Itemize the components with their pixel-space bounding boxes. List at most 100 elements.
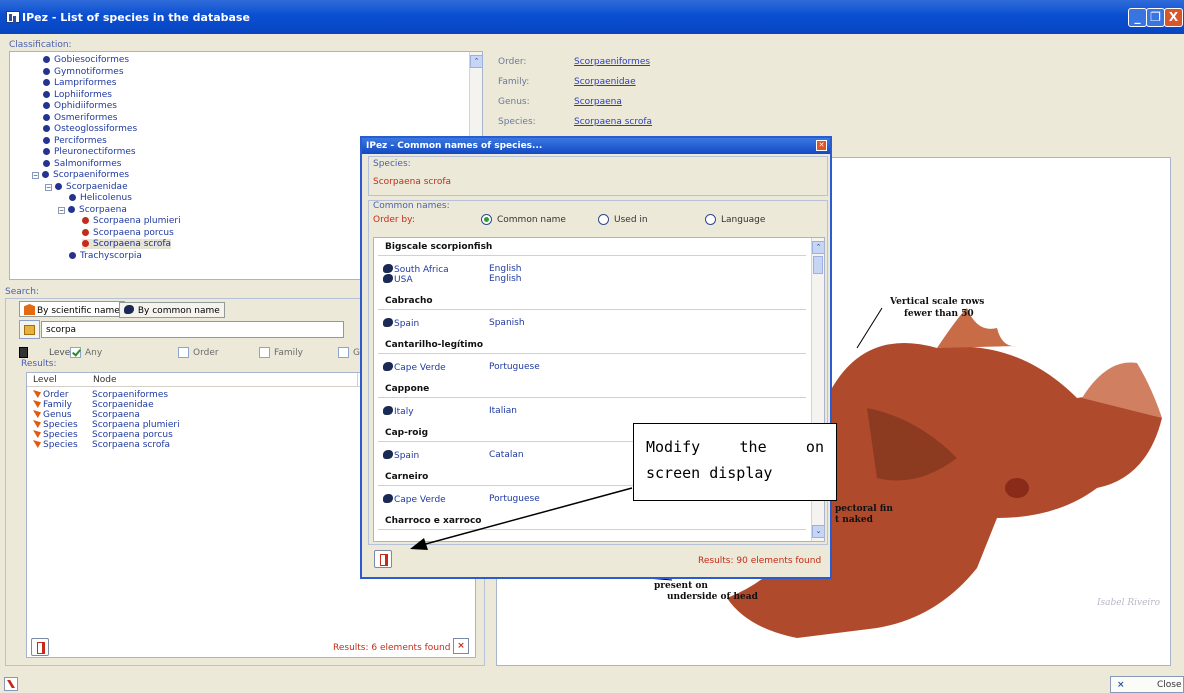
tree-item[interactable]: Pleuronectiformes	[43, 147, 136, 157]
tree-expander-icon[interactable]: −	[45, 183, 52, 191]
level-icon	[33, 390, 41, 398]
col-node-header[interactable]: Node	[93, 375, 117, 385]
tree-item[interactable]: Trachyscorpia	[69, 251, 142, 261]
tree-item[interactable]: Osteoglossiformes	[43, 124, 137, 134]
tree-item[interactable]: Scorpaena plumieri	[82, 216, 181, 226]
taxon-icon	[43, 90, 50, 98]
tree-item-label: Osmeriformes	[54, 112, 118, 123]
common-tab-icon	[124, 305, 134, 314]
search-input[interactable]	[41, 321, 344, 338]
common-name-row[interactable]: USA English	[383, 274, 522, 285]
close-button[interactable]: × Close	[1110, 676, 1184, 693]
pectoral-label-2: t naked	[835, 515, 873, 525]
taxon-icon	[82, 217, 89, 224]
tree-item-label: Gymnotiformes	[54, 66, 124, 77]
dialog-results-count: Results: 90 elements found	[698, 556, 822, 566]
family-link[interactable]: Scorpaenidae	[574, 77, 636, 87]
result-node: Scorpaena	[92, 410, 140, 420]
order-language-radio[interactable]	[705, 214, 716, 225]
col-level-header[interactable]: Level	[33, 375, 57, 385]
dialog-title-bar: IPez - Common names of species... ✕	[362, 138, 830, 154]
country-name: Spain	[394, 319, 420, 329]
tree-item[interactable]: − Scorpaena	[58, 205, 127, 215]
tree-item[interactable]: Lampriformes	[43, 78, 116, 88]
tree-item[interactable]: Gymnotiformes	[43, 67, 124, 77]
genus-link[interactable]: Scorpaena	[574, 97, 622, 107]
tree-expander-icon[interactable]: −	[58, 206, 65, 214]
classification-label: Classification:	[9, 40, 72, 50]
any-checkbox[interactable]	[70, 347, 81, 358]
present-label: present on	[654, 581, 708, 591]
level-icon	[33, 440, 41, 448]
common-name-row[interactable]: Cape Verde Portuguese	[383, 362, 540, 373]
result-node: Scorpaeniformes	[92, 390, 169, 400]
country-name: Spain	[394, 451, 420, 461]
result-level-text: Order	[43, 390, 69, 400]
underside-label: underside of head	[667, 592, 758, 602]
result-level-text: Species	[43, 440, 78, 450]
annotation-callout: Modify the on screen display	[633, 423, 837, 501]
tab-by-scientific-name[interactable]: By scientific name	[19, 301, 125, 317]
minimize-button[interactable]: _	[1128, 8, 1147, 27]
taxon-icon	[43, 148, 50, 155]
tree-item[interactable]: Osmeriformes	[43, 113, 118, 123]
scroll-up-icon[interactable]: ⌃	[470, 55, 483, 68]
result-level-text: Family	[43, 400, 72, 410]
dialog-close-button[interactable]: ✕	[816, 140, 827, 151]
country-icon	[383, 318, 393, 327]
cn-scroll-up-icon[interactable]: ⌃	[812, 241, 824, 254]
common-name-heading: Cabracho	[385, 296, 433, 306]
display-options-button-main[interactable]	[31, 638, 49, 656]
tree-item-label: Scorpaena scrofa	[93, 239, 172, 249]
tree-item[interactable]: Helicolenus	[69, 193, 132, 203]
tree-item[interactable]: Scorpaena porcus	[82, 228, 174, 238]
tree-item[interactable]: Lophiiformes	[43, 90, 112, 100]
exit-button[interactable]	[4, 677, 18, 691]
country-icon	[383, 274, 393, 283]
country-name: Cape Verde	[394, 495, 446, 505]
common-names-dialog: IPez - Common names of species... ✕ Spec…	[360, 136, 832, 579]
common-name-row[interactable]: Spain Catalan	[383, 450, 524, 461]
clear-results-button[interactable]: ×	[453, 638, 469, 654]
search-go-icon	[24, 325, 35, 335]
group-separator	[378, 255, 806, 256]
tree-item[interactable]: Scorpaena scrofa	[82, 239, 172, 249]
group-separator	[378, 529, 806, 530]
order-used-radio[interactable]	[598, 214, 609, 225]
common-name-row[interactable]: Spain Spanish	[383, 318, 525, 329]
tree-expander-icon[interactable]: −	[32, 172, 39, 179]
common-name-row[interactable]: Cape Verde Portuguese	[383, 494, 540, 505]
tree-item-label: Trachyscorpia	[80, 250, 142, 261]
order-checkbox[interactable]	[178, 347, 189, 358]
maximize-button[interactable]: ❐	[1146, 8, 1165, 27]
result-level: Species	[33, 420, 93, 430]
tree-item[interactable]: Perciformes	[43, 136, 107, 146]
order-common-radio[interactable]	[481, 214, 492, 225]
order-link[interactable]: Scorpaeniformes	[574, 57, 650, 67]
common-name-row[interactable]: Italy Italian	[383, 406, 517, 417]
cn-scroll-down-icon[interactable]: ⌄	[812, 525, 824, 538]
species-link[interactable]: Scorpaena scrofa	[574, 117, 652, 127]
tree-item[interactable]: Gobiesociformes	[43, 55, 129, 65]
tree-item[interactable]: − Scorpaeniformes	[32, 170, 129, 180]
tree-item-label: Scorpaena plumieri	[93, 216, 181, 226]
cn-scroll-thumb[interactable]	[813, 256, 823, 274]
genus-checkbox[interactable]	[338, 347, 349, 358]
genus-checkbox-label: G	[353, 348, 360, 358]
display-options-button[interactable]	[374, 550, 392, 568]
close-label: Close	[1157, 680, 1182, 690]
search-go-button[interactable]	[19, 320, 40, 339]
taxon-icon	[43, 79, 50, 86]
country-name: Italy	[394, 407, 414, 417]
family-checkbox[interactable]	[259, 347, 270, 358]
tree-item[interactable]: − Scorpaenidae	[45, 182, 128, 192]
tree-item[interactable]: Salmoniformes	[43, 159, 121, 169]
level-icon	[33, 420, 41, 428]
country-icon	[383, 264, 393, 273]
close-window-button[interactable]: X	[1164, 8, 1183, 27]
language-name: English	[489, 264, 522, 274]
tree-item[interactable]: Ophidiiformes	[43, 101, 117, 111]
tab-by-common-name[interactable]: By common name	[119, 302, 225, 318]
window-title: IPez - List of species in the database	[22, 11, 250, 24]
vertical-scale-label: Vertical scale rows	[890, 297, 985, 307]
